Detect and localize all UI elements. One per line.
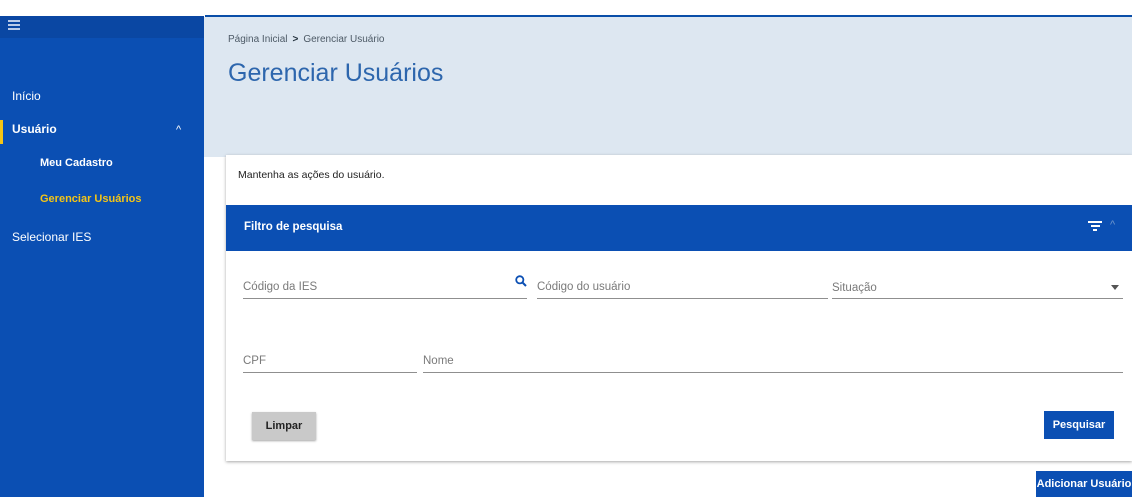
codigo-usuario-field[interactable] xyxy=(537,273,828,299)
page-title: Gerenciar Usuários xyxy=(228,59,444,87)
nome-input[interactable] xyxy=(423,347,1123,367)
sidebar: Início Usuário ^ Meu Cadastro Gerenciar … xyxy=(0,16,204,497)
filter-title: Filtro de pesquisa xyxy=(244,221,343,233)
codigo-usuario-input[interactable] xyxy=(537,273,828,293)
sidebar-item-meu-cadastro[interactable]: Meu Cadastro xyxy=(40,157,113,169)
sidebar-active-indicator xyxy=(0,120,3,144)
situacao-select[interactable]: Situação xyxy=(832,273,1123,299)
search-icon[interactable] xyxy=(515,275,527,287)
filter-icon[interactable] xyxy=(1088,221,1102,233)
sidebar-item-selecionar-ies[interactable]: Selecionar IES xyxy=(12,230,91,244)
codigo-ies-field[interactable] xyxy=(243,273,527,299)
chevron-up-icon[interactable]: ^ xyxy=(176,124,181,136)
filter-card: Mantenha as ações do usuário. Filtro de … xyxy=(226,155,1132,461)
chevron-up-icon[interactable]: ^ xyxy=(1110,219,1115,231)
page-header: Página Inicial > Gerenciar Usuário Gerenci… xyxy=(204,17,1132,157)
sidebar-item-gerenciar-usuarios[interactable]: Gerenciar Usuários xyxy=(40,193,142,205)
adicionar-usuario-button[interactable]: Adicionar Usuário xyxy=(1036,471,1132,497)
menu-icon[interactable] xyxy=(8,20,20,30)
breadcrumb-home[interactable]: Página Inicial xyxy=(228,34,287,45)
breadcrumb-separator-icon: > xyxy=(292,34,299,45)
top-strip xyxy=(0,0,1132,17)
sidebar-item-usuario[interactable]: Usuário xyxy=(12,122,57,136)
situacao-label: Situação xyxy=(832,282,877,294)
cpf-input[interactable] xyxy=(243,347,417,367)
limpar-button[interactable]: Limpar xyxy=(252,412,316,440)
breadcrumb: Página Inicial > Gerenciar Usuário xyxy=(228,34,384,45)
sidebar-header xyxy=(0,16,204,38)
breadcrumb-current: Gerenciar Usuário xyxy=(303,34,385,45)
nome-field[interactable] xyxy=(423,347,1123,373)
filter-bar[interactable]: Filtro de pesquisa ^ xyxy=(226,205,1132,251)
caret-down-icon[interactable] xyxy=(1111,285,1119,290)
codigo-ies-input[interactable] xyxy=(243,273,527,293)
pesquisar-button[interactable]: Pesquisar xyxy=(1044,411,1114,439)
sidebar-item-inicio[interactable]: Início xyxy=(12,89,41,103)
cpf-field[interactable] xyxy=(243,347,417,373)
card-description: Mantenha as ações do usuário. xyxy=(238,169,385,181)
